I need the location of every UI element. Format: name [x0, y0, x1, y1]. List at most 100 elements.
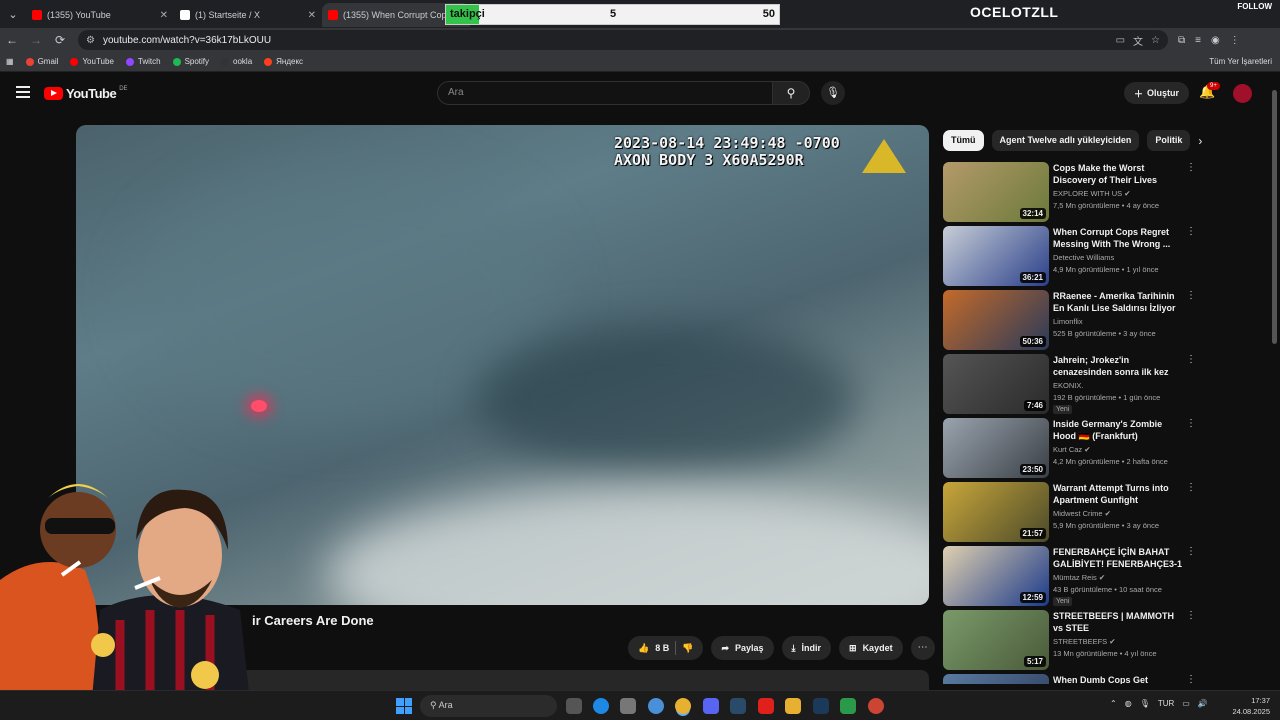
bookmark-item[interactable]: YouTube: [70, 57, 114, 66]
filter-chip[interactable]: Tümü: [943, 130, 984, 151]
all-bookmarks-link[interactable]: Tüm Yer İşaretleri: [1209, 57, 1272, 66]
recommendation-channel[interactable]: Detective Williams: [1053, 253, 1114, 262]
recommendation-channel[interactable]: Kurt Caz ✔: [1053, 445, 1091, 454]
recommendation-thumbnail[interactable]: 21:57: [943, 482, 1049, 542]
bookmark-item[interactable]: ookla: [221, 57, 252, 66]
more-options-icon[interactable]: ⋮: [1186, 290, 1196, 301]
more-options-icon[interactable]: ⋮: [1186, 546, 1196, 557]
recommendation-item[interactable]: 23:50 Inside Germany's Zombie Hood 🇩🇪 (Fr…: [943, 418, 1203, 478]
extensions-icon[interactable]: ⧉: [1178, 35, 1185, 46]
recommendation-title[interactable]: Cops Make the Worst Discovery of Their L…: [1053, 162, 1185, 186]
youtube-app-icon[interactable]: [758, 698, 774, 714]
page-scrollbar[interactable]: [1272, 90, 1277, 344]
filter-chip[interactable]: Politik: [1147, 130, 1191, 151]
hamburger-menu-icon[interactable]: [16, 86, 30, 101]
search-button[interactable]: ⚲: [772, 81, 810, 105]
recommendation-thumbnail[interactable]: 7:46: [943, 354, 1049, 414]
app-icon[interactable]: [648, 698, 664, 714]
recommendation-channel[interactable]: STREETBEEFS ✔: [1053, 637, 1116, 646]
search-input[interactable]: Ara: [437, 81, 773, 105]
more-options-icon[interactable]: ⋮: [1186, 354, 1196, 365]
recommendation-title[interactable]: Warrant Attempt Turns into Apartment Gun…: [1053, 482, 1185, 506]
recommendation-item[interactable]: 36:21 When Corrupt Cops Regret Messing Wi…: [943, 226, 1203, 286]
download-button[interactable]: ⤓ İndir: [781, 636, 832, 660]
mic-icon[interactable]: 🎙: [1140, 699, 1150, 708]
task-view-icon[interactable]: [566, 698, 582, 714]
recommendation-title[interactable]: Jahrein; Jrokez'in cenazesinden sonra il…: [1053, 354, 1185, 378]
steam-icon-2[interactable]: [813, 698, 829, 714]
recommendation-item[interactable]: 21:57 Warrant Attempt Turns into Apartmen…: [943, 482, 1203, 542]
recommendation-title[interactable]: FENERBAHÇE İÇİN BAHAT GALİBİYET! FENERBA…: [1053, 546, 1185, 570]
chrome-icon[interactable]: [675, 698, 691, 714]
recommendation-channel[interactable]: Mümtaz Reis ✔: [1053, 573, 1105, 582]
bookmark-item[interactable]: Twitch: [125, 57, 161, 66]
url-omnibox[interactable]: ⚙ youtube.com/watch?v=36k17bLkOUU ▭ 文 ☆: [78, 30, 1168, 50]
edge-icon[interactable]: [593, 698, 609, 714]
bookmark-item[interactable]: Яндекс: [264, 57, 303, 66]
windows-start-icon[interactable]: [396, 698, 412, 714]
more-options-icon[interactable]: ⋮: [1186, 418, 1196, 429]
tray-overflow-icon[interactable]: ⌃: [1110, 699, 1117, 708]
volume-icon[interactable]: 🔊: [1198, 699, 1208, 708]
recommendation-item[interactable]: 12:59 FENERBAHÇE İÇİN BAHAT GALİBİYET! FE…: [943, 546, 1203, 606]
app-icon-2[interactable]: [840, 698, 856, 714]
recommendation-channel[interactable]: EXPLORE WITH US ✔: [1053, 189, 1131, 198]
youtube-logo[interactable]: YouTube DE: [44, 86, 128, 101]
thumbs-down-icon[interactable]: 👎: [682, 643, 693, 654]
cast-icon[interactable]: ▭: [1116, 35, 1125, 46]
chevron-right-icon[interactable]: ›: [1198, 134, 1202, 148]
share-button[interactable]: ➦ Paylaş: [711, 636, 774, 660]
bookmark-item[interactable]: Gmail: [25, 57, 58, 66]
discord-icon[interactable]: [703, 698, 719, 714]
bookmark-item[interactable]: Spotify: [172, 57, 209, 66]
back-icon[interactable]: ←: [0, 33, 24, 47]
recommendation-channel[interactable]: Midwest Crime ✔: [1053, 509, 1111, 518]
tab-close-icon[interactable]: ✕: [308, 10, 316, 21]
recommendation-thumbnail[interactable]: [943, 674, 1049, 684]
tab-search-icon[interactable]: ⌄: [0, 0, 26, 28]
network-icon[interactable]: ◍: [1125, 699, 1132, 708]
recommendation-item[interactable]: 50:36 RRaenee - Amerika Tarihinin En Kanl…: [943, 290, 1203, 350]
recommendation-thumbnail[interactable]: 5:17: [943, 610, 1049, 670]
recommendation-title[interactable]: Inside Germany's Zombie Hood 🇩🇪 (Frankfu…: [1053, 418, 1185, 442]
recommendation-thumbnail[interactable]: 32:14: [943, 162, 1049, 222]
more-options-icon[interactable]: ⋮: [1186, 674, 1196, 684]
more-actions-icon[interactable]: ⋯: [910, 636, 935, 660]
browser-tab[interactable]: (1) Startseite / X ✕: [174, 3, 322, 27]
translate-icon[interactable]: 文: [1133, 33, 1143, 48]
account-avatar[interactable]: [1233, 84, 1252, 103]
browser-menu-icon[interactable]: ⋮: [1230, 35, 1240, 46]
apps-grid-icon[interactable]: ▦: [6, 57, 14, 66]
recommendation-item[interactable]: When Dumb Cops Get ⋮: [943, 674, 1203, 684]
steam-icon[interactable]: [730, 698, 746, 714]
tab-close-icon[interactable]: ✕: [160, 10, 168, 21]
store-icon[interactable]: [620, 698, 636, 714]
recommendation-title[interactable]: STREETBEEFS | MAMMOTH vs STEE: [1053, 610, 1185, 634]
more-options-icon[interactable]: ⋮: [1186, 482, 1196, 493]
recommendation-title[interactable]: When Dumb Cops Get: [1053, 674, 1185, 684]
site-info-icon[interactable]: ⚙: [86, 35, 95, 46]
save-button[interactable]: ⊞ Kaydet: [839, 636, 903, 660]
more-options-icon[interactable]: ⋮: [1186, 226, 1196, 237]
taskbar-clock[interactable]: 17:37 24.08.2025: [1226, 695, 1270, 717]
more-options-icon[interactable]: ⋮: [1186, 162, 1196, 173]
recommendation-channel[interactable]: EKONIX.: [1053, 381, 1083, 390]
recommendation-thumbnail[interactable]: 50:36: [943, 290, 1049, 350]
recommendation-channel[interactable]: Limonflix: [1053, 317, 1083, 326]
recommendation-thumbnail[interactable]: 12:59: [943, 546, 1049, 606]
browser-tab[interactable]: (1355) YouTube ✕: [26, 3, 174, 27]
recommendation-item[interactable]: 5:17 STREETBEEFS | MAMMOTH vs STEE STREETB…: [943, 610, 1203, 670]
forward-icon[interactable]: →: [24, 33, 48, 47]
recommendation-item[interactable]: 7:46 Jahrein; Jrokez'in cenazesinden sonr…: [943, 354, 1203, 414]
recommendation-thumbnail[interactable]: 36:21: [943, 226, 1049, 286]
obs-icon[interactable]: [868, 698, 884, 714]
recommendation-title[interactable]: RRaenee - Amerika Tarihinin En Kanlı Lis…: [1053, 290, 1185, 314]
reload-icon[interactable]: ⟳: [48, 33, 72, 47]
monitor-icon[interactable]: ▭: [1182, 699, 1190, 708]
voice-search-icon[interactable]: 🎙: [821, 81, 845, 105]
media-icon[interactable]: ≡: [1195, 35, 1201, 46]
recommendation-thumbnail[interactable]: 23:50: [943, 418, 1049, 478]
bookmark-star-icon[interactable]: ☆: [1151, 35, 1160, 46]
like-button[interactable]: 👍 8 B 👎: [628, 636, 704, 660]
recommendation-title[interactable]: When Corrupt Cops Regret Messing With Th…: [1053, 226, 1185, 250]
